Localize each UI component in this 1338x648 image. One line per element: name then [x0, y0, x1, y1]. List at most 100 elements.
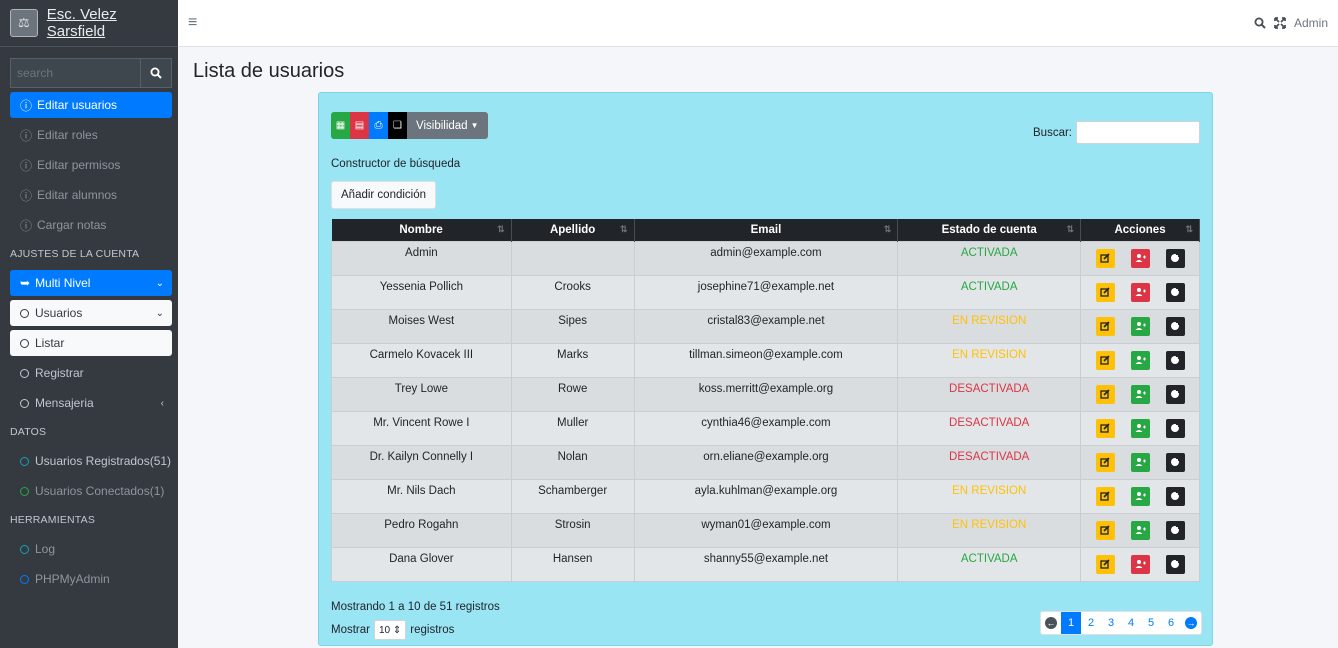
question-circle-icon: ⓘ — [20, 188, 33, 203]
sidebar-item-mensajeria[interactable]: Mensajeria ‹ — [10, 390, 172, 416]
edit-user-button[interactable] — [1095, 452, 1115, 472]
cell-email: cristal83@example.net — [633, 309, 899, 344]
edit-user-button[interactable] — [1095, 316, 1115, 336]
menu-icon[interactable]: ≡ — [188, 14, 197, 32]
table-row: Mr. Nils Dach Schamberger ayla.kuhlman@exa… — [331, 479, 1200, 514]
view-user-button[interactable] — [1165, 554, 1185, 574]
cell-nombre: Mr. Nils Dach — [331, 479, 512, 514]
cell-acciones — [1080, 377, 1200, 412]
sidebar-item-log[interactable]: Log — [10, 536, 172, 562]
brand-link[interactable]: Esc. Velez Sarsfield — [47, 6, 178, 40]
page-4-button[interactable]: 4 — [1121, 612, 1141, 634]
next-page-button[interactable]: → — [1181, 612, 1201, 634]
activate-user-button[interactable] — [1130, 350, 1150, 370]
sidebar-search-button[interactable] — [140, 58, 172, 88]
edit-icon — [1100, 423, 1110, 433]
column-header-acciones[interactable]: Acciones ⇅ — [1080, 219, 1200, 242]
sidebar-item-cargar-notas[interactable]: ⓘ Cargar notas — [10, 212, 172, 238]
deactivate-user-button[interactable] — [1130, 248, 1150, 268]
add-condition-button[interactable]: Añadir condición — [331, 181, 437, 209]
column-header-nombre[interactable]: Nombre ⇅ — [331, 219, 512, 242]
column-header-apellido[interactable]: Apellido ⇅ — [511, 219, 635, 242]
column-header-email[interactable]: Email ⇅ — [634, 219, 899, 242]
table-search-input[interactable] — [1076, 121, 1200, 144]
page-size-select[interactable]: 10 ⇕ — [373, 620, 407, 640]
excel-export-button[interactable]: ▦ — [331, 112, 350, 139]
activate-user-button[interactable] — [1130, 384, 1150, 404]
prev-page-button[interactable]: ← — [1041, 612, 1061, 634]
edit-user-button[interactable] — [1095, 520, 1115, 540]
view-user-button[interactable] — [1165, 520, 1185, 540]
cell-apellido: Nolan — [510, 445, 635, 480]
cell-acciones — [1080, 241, 1200, 276]
edit-user-button[interactable] — [1095, 350, 1115, 370]
school-logo-icon: ⚖ — [10, 9, 38, 37]
edit-icon — [1100, 253, 1110, 263]
sidebar-item-usuarios-registrados[interactable]: Usuarios Registrados(51) — [10, 448, 172, 474]
cell-estado: ACTIVADA — [897, 547, 1082, 582]
deactivate-user-button[interactable] — [1130, 554, 1150, 574]
visibility-dropdown[interactable]: Visibilidad ▼ — [407, 112, 488, 139]
page-1-button[interactable]: 1 — [1061, 612, 1081, 634]
activate-user-button[interactable] — [1130, 418, 1150, 438]
edit-user-button[interactable] — [1095, 282, 1115, 302]
page-5-button[interactable]: 5 — [1141, 612, 1161, 634]
table-row: Yessenia Pollich Crooks josephine71@exampl… — [331, 275, 1200, 310]
user-name[interactable]: Admin — [1294, 16, 1328, 30]
chevron-down-icon: ⌄ — [155, 277, 164, 289]
edit-user-button[interactable] — [1095, 248, 1115, 268]
sidebar-search-input[interactable] — [10, 58, 140, 88]
page-3-button[interactable]: 3 — [1101, 612, 1121, 634]
sidebar-item-phpmyadmin[interactable]: PHPMyAdmin — [10, 566, 172, 592]
edit-user-button[interactable] — [1095, 554, 1115, 574]
view-user-button[interactable] — [1165, 350, 1185, 370]
column-header-estado[interactable]: Estado de cuenta ⇅ — [897, 219, 1082, 242]
sidebar-item-usuarios[interactable]: Usuarios ⌄ — [10, 300, 172, 326]
view-user-button[interactable] — [1165, 316, 1185, 336]
cell-nombre: Yessenia Pollich — [331, 275, 512, 310]
copy-button[interactable]: ❏ — [388, 112, 407, 139]
activate-user-button[interactable] — [1130, 486, 1150, 506]
edit-user-button[interactable] — [1095, 384, 1115, 404]
sidebar-item-editar-roles[interactable]: ⓘ Editar roles — [10, 122, 172, 148]
cell-nombre: Moises West — [331, 309, 512, 344]
circle-icon — [20, 338, 29, 348]
view-user-button[interactable] — [1165, 282, 1185, 302]
activate-user-button[interactable] — [1130, 452, 1150, 472]
print-button[interactable]: ⎙ — [369, 112, 388, 139]
circle-check-icon — [1171, 355, 1180, 364]
sidebar-item-editar-alumnos[interactable]: ⓘ Editar alumnos — [10, 182, 172, 208]
view-user-button[interactable] — [1165, 248, 1185, 268]
cell-nombre: Dr. Kailyn Connelly I — [331, 445, 512, 480]
sidebar-item-editar-usuarios[interactable]: ⓘ Editar usuarios — [10, 92, 172, 118]
view-user-button[interactable] — [1165, 384, 1185, 404]
sidebar-item-editar-permisos[interactable]: ⓘ Editar permisos — [10, 152, 172, 178]
page-2-button[interactable]: 2 — [1081, 612, 1101, 634]
cell-email: cynthia46@example.com — [633, 411, 899, 446]
pdf-export-button[interactable]: ▤ — [350, 112, 369, 139]
activate-user-button[interactable] — [1130, 520, 1150, 540]
search-icon[interactable] — [1254, 17, 1266, 29]
sidebar-item-multi-nivel[interactable]: ➥ Multi Nivel ⌄ — [10, 270, 172, 296]
view-user-button[interactable] — [1165, 486, 1185, 506]
caret-down-icon: ▼ — [470, 121, 479, 130]
sidebar-item-registrar[interactable]: Registrar — [10, 360, 172, 386]
sort-icon: ⇅ — [497, 224, 505, 234]
activate-user-button[interactable] — [1130, 316, 1150, 336]
user-plus-icon — [1135, 322, 1146, 330]
page-6-button[interactable]: 6 — [1161, 612, 1181, 634]
view-user-button[interactable] — [1165, 452, 1185, 472]
sidebar-item-listar[interactable]: Listar — [10, 330, 172, 356]
nav-header-datos: DATOS — [10, 426, 47, 438]
user-plus-icon — [1135, 526, 1146, 534]
edit-user-button[interactable] — [1095, 418, 1115, 438]
edit-user-button[interactable] — [1095, 486, 1115, 506]
view-user-button[interactable] — [1165, 418, 1185, 438]
cell-estado: DESACTIVADA — [897, 411, 1082, 446]
expand-icon[interactable] — [1274, 17, 1286, 29]
user-plus-icon — [1135, 458, 1146, 466]
sidebar-item-usuarios-conectados[interactable]: Usuarios Conectados(1) — [10, 478, 172, 504]
brand[interactable]: ⚖ Esc. Velez Sarsfield — [0, 0, 178, 47]
deactivate-user-button[interactable] — [1130, 282, 1150, 302]
sidebar-search — [10, 58, 172, 88]
